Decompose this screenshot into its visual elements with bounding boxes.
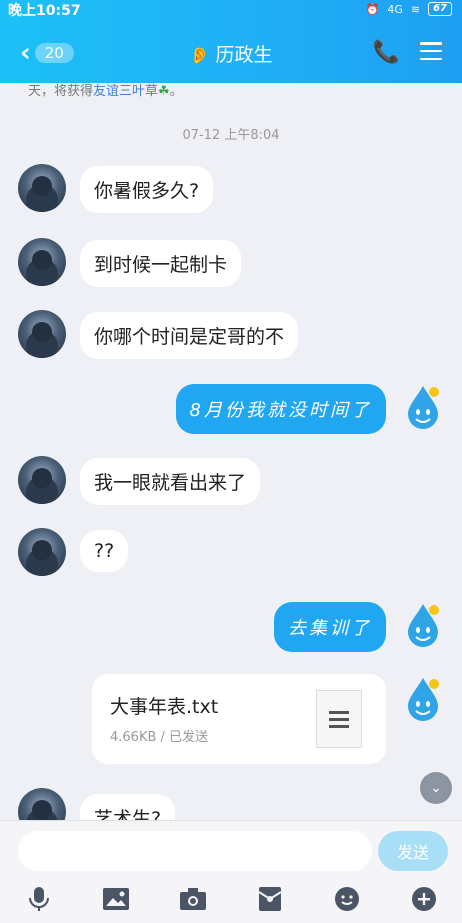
emoji-button[interactable] [330, 884, 364, 914]
phone-icon: 📞 [372, 40, 400, 65]
contact-avatar[interactable] [18, 238, 66, 286]
send-button[interactable]: 发送 [378, 831, 448, 871]
my-avatar[interactable] [398, 674, 448, 724]
my-avatar[interactable] [398, 382, 448, 432]
signal-label: 4G [387, 2, 403, 16]
menu-line [420, 42, 442, 45]
system-notice: 天，将获得友谊三叶草☘。 [28, 80, 183, 99]
message-bubble[interactable]: 艺术生? [80, 794, 176, 820]
message-bubble[interactable]: 到时候一起制卡 [80, 240, 242, 287]
battery-indicator: 67 [428, 2, 452, 16]
friendship-clover-link[interactable]: 友谊三叶草 [93, 84, 158, 99]
message-timestamp: 07-12 上午8:04 [182, 128, 280, 143]
message-bubble-sent[interactable]: 去集训了 [274, 602, 386, 652]
gallery-button[interactable] [99, 884, 133, 914]
voice-button[interactable] [22, 884, 56, 914]
red-packet-button[interactable] [253, 884, 287, 914]
scroll-to-bottom-button[interactable]: ⌄ [420, 772, 452, 804]
alarm-icon: ⏰ [365, 2, 380, 16]
phone-call-button[interactable]: 📞 [373, 40, 400, 65]
status-indicators: ⏰ 4G ≋ 67 [366, 0, 452, 18]
ear-icon: 👂 [189, 46, 210, 65]
chat-nav-bar: ‹ 20 👂 历政生 📞 [0, 36, 462, 72]
text-file-icon [316, 690, 362, 748]
composer-bar: 发送 [0, 820, 462, 923]
message-row: 艺术生? [0, 788, 462, 820]
file-icon-line [329, 717, 349, 721]
file-icon-line [329, 724, 349, 728]
chevron-down-icon: ⌄ [430, 780, 442, 796]
file-message-card[interactable]: 大事年表.txt 4.66KB / 已发送 [92, 674, 386, 764]
message-bubble[interactable]: ?? [80, 530, 129, 572]
notice-prefix: 天，将获得 [28, 84, 94, 99]
message-bubble[interactable]: 你暑假多久? [80, 166, 214, 213]
contact-avatar[interactable] [18, 310, 66, 358]
contact-avatar[interactable] [18, 788, 66, 820]
composer-toolbar [0, 881, 462, 917]
my-avatar[interactable] [398, 600, 448, 650]
red-packet-icon [257, 887, 282, 911]
contact-avatar[interactable] [18, 456, 66, 504]
menu-button[interactable] [420, 42, 442, 60]
camera-icon [179, 888, 206, 910]
image-icon [102, 888, 129, 910]
contact-avatar[interactable] [18, 164, 66, 212]
message-bubble-sent[interactable]: 8月份我就没时间了 [175, 384, 386, 434]
menu-line [420, 57, 442, 60]
clover-icon: ☘ [158, 84, 170, 99]
message-input[interactable] [18, 831, 372, 871]
more-button[interactable] [407, 884, 441, 914]
message-bubble[interactable]: 你哪个时间是定哥的不 [80, 312, 299, 359]
emoji-icon [334, 887, 359, 911]
plus-icon [411, 887, 436, 911]
status-time: 晚上10:57 [8, 3, 81, 19]
wifi-icon: ≋ [410, 2, 421, 16]
contact-name: 历政生 [215, 44, 273, 66]
file-icon-line [329, 710, 349, 714]
contact-avatar[interactable] [18, 528, 66, 576]
top-bar: 晚上10:57 ⏰ 4G ≋ 67 ‹ 20 👂 历政生 📞 [0, 0, 462, 83]
camera-button[interactable] [176, 884, 210, 914]
microphone-icon [28, 887, 49, 911]
menu-line [420, 49, 442, 53]
notice-suffix: 。 [169, 84, 183, 99]
file-name: 大事年表.txt [110, 696, 219, 718]
message-bubble[interactable]: 我一眼就看出来了 [80, 458, 261, 505]
file-meta: 4.66KB / 已发送 [110, 730, 209, 745]
